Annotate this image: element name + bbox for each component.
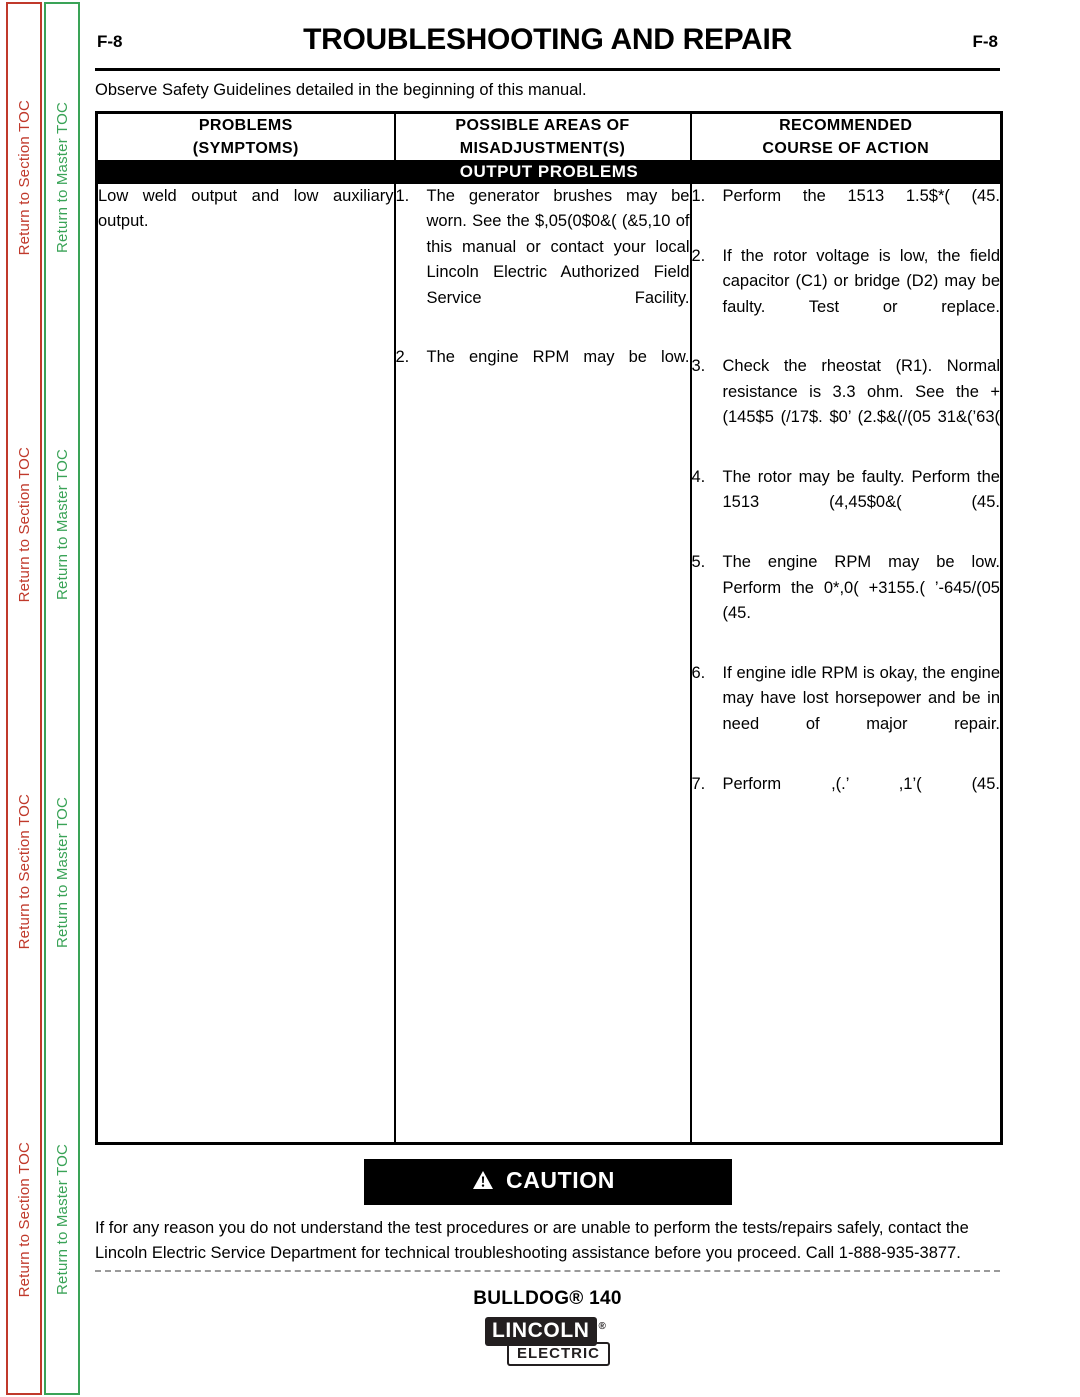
list-item: 1. The generator brushes may be worn. Se… (396, 184, 690, 336)
list-item: 2. The engine RPM may be low. (396, 345, 690, 396)
action-list: 1. Perform the 1513 1.5$*( (45. 2. If th… (692, 184, 1001, 822)
item-text: Check the rheostat (R1). Normal resistan… (722, 357, 1001, 427)
item-text: If the rotor voltage is low, the field c… (722, 246, 1001, 316)
header-line-2: MISADJUSTMENT(S) (459, 140, 626, 157)
item-number: 3. (691, 357, 706, 376)
cell-course-of-action: 1. Perform the 1513 1.5$*( (45. 2. If th… (689, 182, 1003, 1144)
symptom-text: Low weld output and low auxiliary output… (98, 187, 394, 231)
logo-lincoln-text: LINCOLN (485, 1316, 597, 1346)
item-number: 2. (691, 246, 706, 265)
item-number: 1. (395, 187, 410, 205)
cell-symptom: Low weld output and low auxiliary output… (95, 182, 396, 1144)
misadjustment-list: 1. The generator brushes may be worn. Se… (396, 184, 690, 396)
column-header-misadjustments: POSSIBLE AREAS OF MISADJUSTMENT(S) (393, 111, 692, 162)
list-item: 6. If engine idle RPM is okay, the engin… (692, 661, 1001, 763)
table-row: Low weld output and low auxiliary output… (95, 182, 1003, 1144)
item-text: If engine idle RPM is okay, the engine m… (722, 663, 1001, 733)
caution-banner: CAUTION (95, 1158, 1000, 1205)
list-item: 4. The rotor may be faulty. Perform the … (692, 465, 1001, 541)
page-title: TROUBLESHOOTING AND REPAIR (303, 23, 792, 56)
section-toc-label: Return to Section TOC (15, 1141, 33, 1298)
page-number-left: F-8 (97, 32, 123, 51)
section-toc-label: Return to Section TOC (15, 99, 33, 256)
warning-triangle-icon (472, 1169, 494, 1196)
table-section-band: OUTPUT PROBLEMS (95, 160, 1003, 184)
header-line-1: RECOMMENDED (779, 117, 913, 134)
item-text: The generator brushes may be worn. See t… (426, 187, 690, 307)
caution-body: If for any reason you do not understand … (95, 1218, 969, 1262)
product-name: BULLDOG® 140 (473, 1287, 622, 1309)
list-item: 1. Perform the 1513 1.5$*( (45. (692, 184, 1001, 235)
page-footer: BULLDOG® 140 LINCOLN ® ELECTRIC (95, 1272, 1000, 1366)
item-text: Perform ,(.’ ,1’( (45. (722, 774, 1001, 793)
list-item: 2. If the rotor voltage is low, the fiel… (692, 244, 1001, 346)
section-band-label: OUTPUT PROBLEMS (95, 160, 1003, 184)
safety-note: Observe Safety Guidelines detailed in th… (95, 81, 587, 99)
header-line-1: PROBLEMS (198, 117, 293, 134)
item-number: 1. (691, 187, 706, 205)
table-header-row: PROBLEMS (SYMPTOMS) POSSIBLE AREAS OF MI… (95, 111, 1003, 162)
toc-rail: Return to Section TOC Return to Section … (0, 0, 84, 1397)
master-toc-label: Return to Master TOC (53, 796, 71, 948)
troubleshooting-table: PROBLEMS (SYMPTOMS) POSSIBLE AREAS OF MI… (95, 111, 1003, 1145)
column-header-problems: PROBLEMS (SYMPTOMS) (95, 111, 396, 162)
header-line-2: COURSE OF ACTION (762, 140, 930, 157)
caution-label: CAUTION (506, 1166, 615, 1193)
master-toc-label: Return to Master TOC (53, 1143, 71, 1295)
header-line-2: (SYMPTOMS) (192, 140, 299, 157)
item-text: The rotor may be faulty. Perform the 151… (722, 468, 1001, 512)
list-item: 5. The engine RPM may be low. Perform th… (692, 550, 1001, 652)
item-number: 5. (691, 553, 706, 572)
column-header-course-of-action: RECOMMENDED COURSE OF ACTION (689, 111, 1003, 162)
master-toc-label: Return to Master TOC (53, 102, 71, 254)
header-line-1: POSSIBLE AREAS OF (455, 117, 630, 134)
section-toc-label: Return to Section TOC (15, 794, 33, 950)
manual-page: Return to Section TOC Return to Section … (0, 0, 1080, 1397)
cell-misadjustments: 1. The generator brushes may be worn. Se… (393, 182, 692, 1144)
page-number-right: F-8 (972, 32, 999, 51)
page-header: F-8 TROUBLESHOOTING AND REPAIR F-8 (95, 22, 1000, 66)
section-toc-label: Return to Section TOC (15, 447, 33, 603)
item-text: The engine RPM may be low. Perform the 0… (722, 553, 1001, 623)
logo-electric-text: ELECTRIC (507, 1341, 610, 1366)
item-number: 4. (691, 468, 706, 487)
master-toc-label: Return to Master TOC (53, 449, 71, 601)
return-to-master-toc-tab[interactable]: Return to Master TOC Return to Master TO… (44, 2, 80, 1395)
item-number: 2. (395, 348, 410, 367)
item-number: 6. (691, 663, 706, 682)
caution-bar: CAUTION (363, 1158, 732, 1205)
list-item: 3. Check the rheostat (R1). Normal resis… (692, 354, 1001, 456)
registered-trademark-icon: ® (598, 1320, 606, 1332)
return-to-section-toc-tab[interactable]: Return to Section TOC Return to Section … (6, 2, 42, 1395)
lincoln-electric-logo: LINCOLN ® ELECTRIC (485, 1316, 610, 1366)
list-item: 7. Perform ,(.’ ,1’( (45. (692, 772, 1001, 823)
item-number: 7. (691, 774, 706, 793)
page-content: F-8 TROUBLESHOOTING AND REPAIR F-8 Obser… (95, 0, 1003, 1397)
item-text: The engine RPM may be low. (426, 348, 690, 367)
item-text: Perform the 1513 1.5$*( (45. (722, 187, 1001, 205)
